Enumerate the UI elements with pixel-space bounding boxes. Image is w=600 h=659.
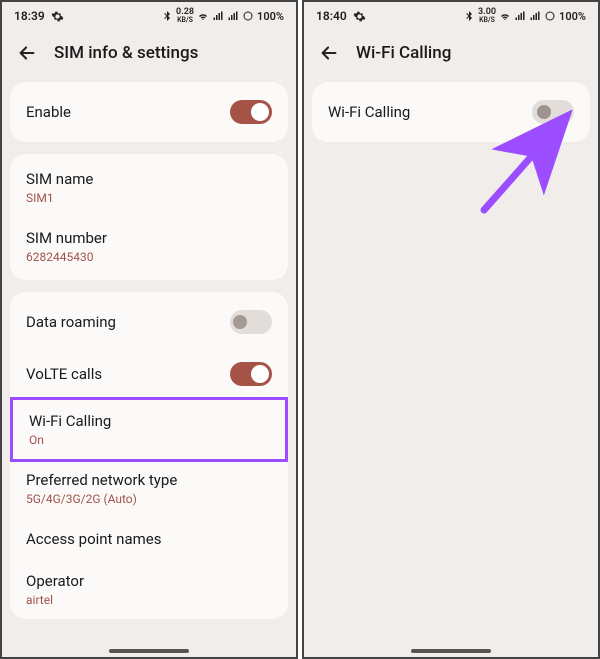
page-header: Wi-Fi Calling: [304, 28, 598, 82]
preferred-network-label: Preferred network type: [26, 471, 272, 489]
data-roaming-toggle[interactable]: [230, 310, 272, 334]
enable-row[interactable]: Enable: [10, 86, 288, 138]
enable-label: Enable: [26, 103, 71, 121]
apn-row[interactable]: Access point names: [10, 518, 288, 560]
wifi-calling-label: Wi-Fi Calling: [328, 103, 410, 121]
arrow-left-icon: [318, 42, 340, 64]
wifi-icon: [197, 10, 209, 22]
wifi-calling-row[interactable]: Wi-Fi Calling On: [10, 397, 288, 462]
back-button[interactable]: [318, 42, 340, 64]
page-title: Wi-Fi Calling: [356, 43, 451, 63]
sim-name-label: SIM name: [26, 170, 272, 188]
volte-row[interactable]: VoLTE calls: [10, 348, 288, 400]
sim-info-card: SIM name SIM1 SIM number 6282445430: [10, 154, 288, 280]
wifi-calling-toggle-row[interactable]: Wi-Fi Calling: [312, 86, 590, 138]
sim-name-value: SIM1: [26, 191, 272, 205]
data-roaming-label: Data roaming: [26, 313, 116, 331]
wifi-calling-card: Wi-Fi Calling: [312, 82, 590, 142]
page-title: SIM info & settings: [54, 43, 198, 63]
enable-toggle[interactable]: [230, 100, 272, 124]
sim-number-label: SIM number: [26, 229, 272, 247]
enable-card: Enable: [10, 82, 288, 142]
wifi-calling-value: On: [29, 433, 269, 447]
data-roaming-row[interactable]: Data roaming: [10, 296, 288, 348]
wifi-calling-label: Wi-Fi Calling: [29, 412, 269, 430]
sim-number-value: 6282445430: [26, 250, 272, 264]
network-speed: 3.00KB/S: [478, 8, 496, 24]
volte-label: VoLTE calls: [26, 365, 102, 383]
bluetooth-icon: [463, 10, 475, 22]
operator-label: Operator: [26, 572, 272, 590]
battery-percent: 100%: [559, 10, 586, 23]
signal-icon: [212, 10, 224, 22]
apn-label: Access point names: [26, 530, 272, 548]
network-card: Data roaming VoLTE calls Wi-Fi Calling O…: [10, 292, 288, 619]
right-phone-screen: 18:40 3.00KB/S 100% Wi-Fi Calling Wi-Fi …: [302, 0, 600, 659]
status-time: 18:40: [316, 9, 347, 23]
preferred-network-row[interactable]: Preferred network type 5G/4G/3G/2G (Auto…: [10, 459, 288, 518]
status-bar: 18:40 3.00KB/S 100%: [304, 2, 598, 28]
wifi-calling-toggle[interactable]: [532, 100, 574, 124]
operator-value: airtel: [26, 593, 272, 607]
signal-icon: [514, 10, 526, 22]
arrow-left-icon: [16, 42, 38, 64]
battery-outline-icon: [544, 10, 556, 22]
network-speed: 0.28KB/S: [176, 8, 194, 24]
battery-outline-icon: [242, 10, 254, 22]
sim-number-row[interactable]: SIM number 6282445430: [10, 217, 288, 276]
left-phone-screen: 18:39 0.28KB/S 100% SIM info & settings …: [0, 0, 298, 659]
back-button[interactable]: [16, 42, 38, 64]
gear-icon: [51, 10, 64, 23]
sim-name-row[interactable]: SIM name SIM1: [10, 158, 288, 217]
status-time: 18:39: [14, 9, 45, 23]
home-indicator[interactable]: [109, 649, 189, 653]
gear-icon: [353, 10, 366, 23]
home-indicator[interactable]: [411, 649, 491, 653]
bluetooth-icon: [161, 10, 173, 22]
wifi-icon: [499, 10, 511, 22]
signal-icon-2: [227, 10, 239, 22]
operator-row[interactable]: Operator airtel: [10, 560, 288, 619]
volte-toggle[interactable]: [230, 362, 272, 386]
page-header: SIM info & settings: [2, 28, 296, 82]
status-bar: 18:39 0.28KB/S 100%: [2, 2, 296, 28]
preferred-network-value: 5G/4G/3G/2G (Auto): [26, 492, 272, 506]
battery-percent: 100%: [257, 10, 284, 23]
signal-icon-2: [529, 10, 541, 22]
